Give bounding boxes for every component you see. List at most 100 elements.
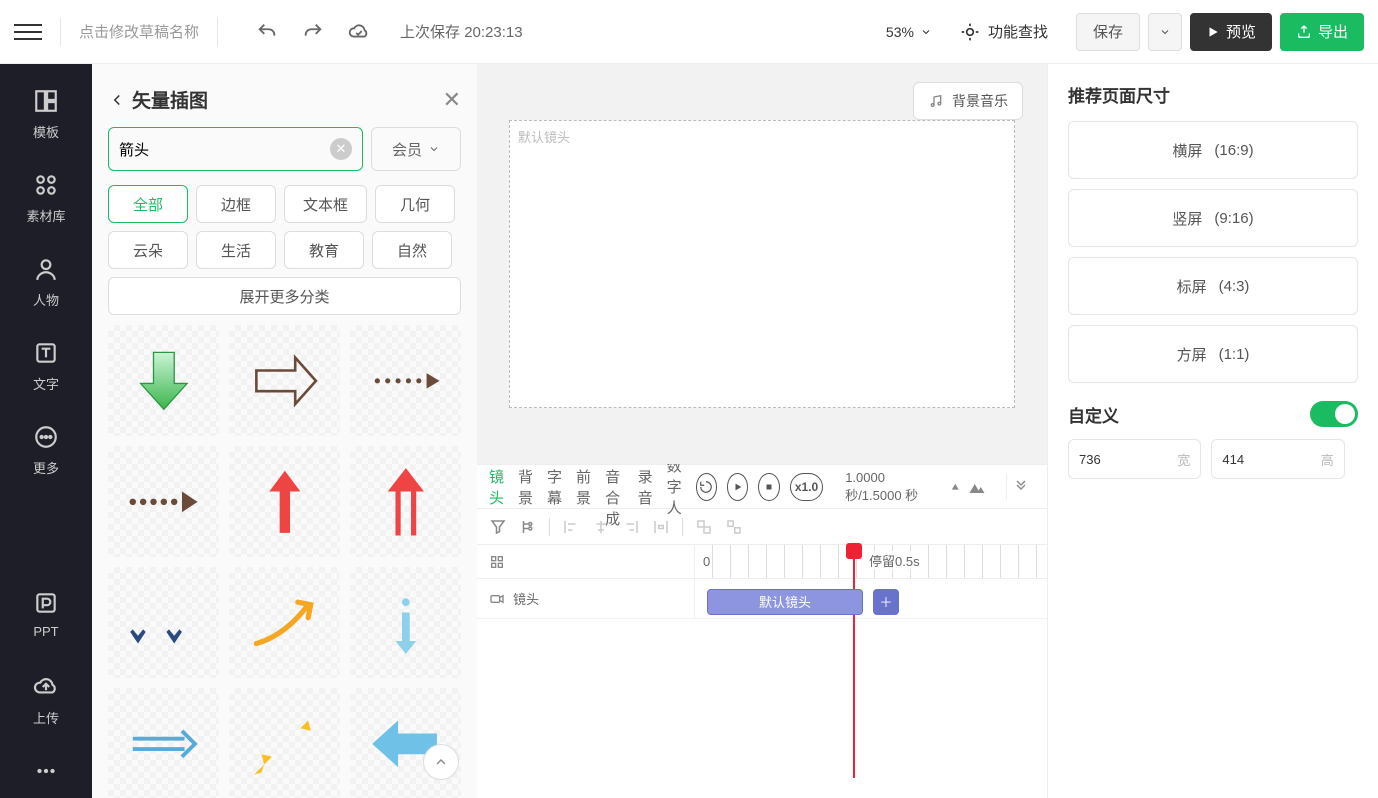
canvas-view: 背景音乐 默认镜头 [477, 64, 1047, 464]
inspector-heading: 推荐页面尺寸 [1068, 82, 1358, 107]
category-chip[interactable]: 全部 [108, 185, 188, 223]
chevron-up-icon [433, 754, 449, 770]
grid-icon[interactable] [489, 554, 505, 570]
timeline-tab[interactable]: 背景 [518, 466, 533, 508]
search-input[interactable] [119, 141, 330, 158]
panel-title: 矢量插图 [108, 86, 208, 113]
sidebar-item-text[interactable]: 文字 [0, 340, 92, 424]
ruler[interactable]: 0 停留0.5s [695, 545, 1047, 578]
sidebar-item-ppt[interactable]: PPT [0, 590, 92, 674]
custom-toggle[interactable] [1310, 401, 1358, 427]
chevron-down-icon [1159, 26, 1171, 38]
asset-item[interactable] [229, 446, 340, 557]
category-chip[interactable]: 边框 [196, 185, 276, 223]
sidebar-item-template[interactable]: 模板 [0, 88, 92, 172]
asset-item[interactable] [229, 325, 340, 436]
preview-button[interactable]: 预览 [1190, 13, 1272, 51]
filter-icon[interactable] [489, 518, 507, 536]
clear-search-icon[interactable]: ✕ [330, 138, 352, 160]
bg-music-button[interactable]: 背景音乐 [913, 82, 1023, 120]
rewind-button[interactable] [696, 473, 717, 501]
hamburger-menu[interactable] [14, 18, 42, 46]
chevron-left-icon[interactable] [108, 91, 126, 109]
divider [682, 518, 683, 536]
speed-button[interactable]: x1.0 [790, 473, 823, 501]
upload-icon [33, 674, 59, 700]
play-button[interactable] [727, 473, 748, 501]
divider [217, 18, 218, 46]
category-chip[interactable]: 教育 [284, 231, 364, 269]
align-right-icon[interactable] [622, 518, 640, 536]
stay-label: 停留0.5s [869, 551, 920, 570]
group-icon[interactable] [695, 518, 713, 536]
timeline: 镜头 背景 字幕 前景 语音合成 录音 数字人 x1.0 1.0000 秒/1.… [477, 464, 1047, 798]
size-preset[interactable]: 方屏(1:1) [1068, 325, 1358, 383]
zoom-selector[interactable]: 53% [886, 24, 932, 40]
scroll-top-button[interactable] [423, 744, 459, 780]
export-button[interactable]: 导出 [1280, 13, 1364, 51]
zoom-slider-icon[interactable] [950, 478, 986, 496]
target-icon [960, 22, 980, 42]
divider [549, 518, 550, 536]
align-left-icon[interactable] [562, 518, 580, 536]
sidebar-item-more[interactable]: 更多 [0, 424, 92, 508]
chevron-down-icon [428, 143, 440, 155]
assets-icon [33, 172, 59, 198]
category-chip[interactable]: 生活 [196, 231, 276, 269]
expand-timeline-icon[interactable] [1006, 473, 1035, 500]
category-chip[interactable]: 文本框 [284, 185, 367, 223]
category-chip[interactable]: 几何 [375, 185, 455, 223]
size-preset[interactable]: 竖屏(9:16) [1068, 189, 1358, 247]
function-find[interactable]: 功能查找 [960, 21, 1048, 42]
chevron-down-icon [920, 26, 932, 38]
asset-item[interactable] [350, 446, 461, 557]
expand-categories[interactable]: 展开更多分类 [108, 277, 461, 315]
asset-item[interactable] [229, 567, 340, 678]
asset-panel: 矢量插图 ✕ ✕ 会员 全部 边框 文本框 几何 云朵 生活 教育 自然 展开更… [92, 64, 477, 798]
close-icon[interactable]: ✕ [443, 87, 461, 113]
undo-icon[interactable] [256, 21, 278, 43]
sidebar-item-person[interactable]: 人物 [0, 256, 92, 340]
align-center-icon[interactable] [592, 518, 610, 536]
timeline-tab[interactable]: 字幕 [547, 466, 562, 508]
asset-item[interactable] [108, 688, 219, 798]
height-input[interactable]: 414高 [1211, 439, 1344, 479]
divider [60, 18, 61, 46]
tree-icon[interactable] [519, 518, 537, 536]
save-button[interactable]: 保存 [1076, 13, 1140, 51]
sidebar-item-overflow[interactable] [0, 758, 92, 798]
asset-item[interactable] [108, 325, 219, 436]
camera-icon [489, 591, 505, 607]
sidebar-item-upload[interactable]: 上传 [0, 674, 92, 758]
save-dropdown[interactable] [1148, 13, 1182, 51]
stage[interactable]: 默认镜头 [509, 120, 1015, 408]
asset-item[interactable] [108, 446, 219, 557]
timeline-tab[interactable]: 前景 [576, 466, 591, 508]
stop-button[interactable] [758, 473, 779, 501]
search-box[interactable]: ✕ [108, 127, 363, 171]
asset-item[interactable] [108, 567, 219, 678]
asset-item[interactable] [350, 567, 461, 678]
timeline-clip[interactable]: 默认镜头 [707, 589, 863, 615]
more-icon [33, 424, 59, 450]
member-filter[interactable]: 会员 [371, 127, 461, 171]
size-preset[interactable]: 横屏(16:9) [1068, 121, 1358, 179]
asset-item[interactable] [350, 688, 461, 798]
redo-icon[interactable] [302, 21, 324, 43]
add-clip-button[interactable]: ＋ [873, 589, 899, 615]
sidebar-item-assets[interactable]: 素材库 [0, 172, 92, 256]
draft-name[interactable]: 点击修改草稿名称 [79, 21, 199, 42]
size-preset[interactable]: 标屏(4:3) [1068, 257, 1358, 315]
distribute-icon[interactable] [652, 518, 670, 536]
asset-item[interactable] [350, 325, 461, 436]
timeline-tab[interactable]: 镜头 [489, 466, 504, 508]
width-input[interactable]: 736宽 [1068, 439, 1201, 479]
category-chip[interactable]: 云朵 [108, 231, 188, 269]
timeline-tab[interactable]: 录音 [638, 466, 653, 508]
asset-item[interactable] [229, 688, 340, 798]
stage-label: 默认镜头 [510, 121, 1014, 152]
left-sidebar: 模板 素材库 人物 文字 更多 PPT 上传 [0, 64, 92, 798]
cloud-sync-icon[interactable] [348, 21, 370, 43]
ungroup-icon[interactable] [725, 518, 743, 536]
category-chip[interactable]: 自然 [372, 231, 452, 269]
